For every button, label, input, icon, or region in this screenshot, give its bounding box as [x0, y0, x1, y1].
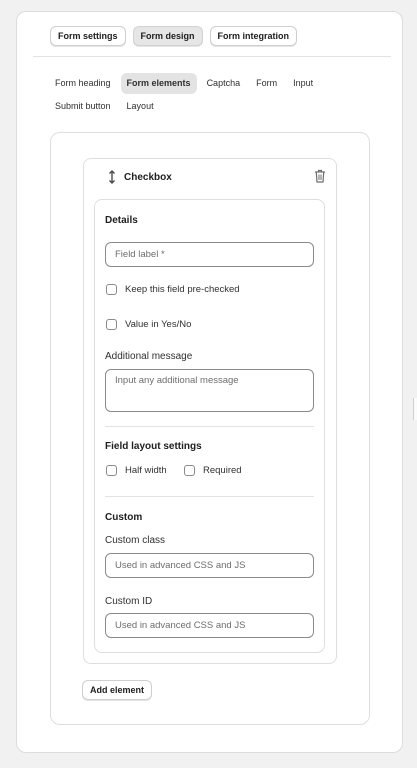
details-heading: Details	[105, 215, 138, 226]
subtab-form[interactable]: Form	[250, 73, 283, 94]
divider	[33, 56, 391, 57]
tab-form-integration[interactable]: Form integration	[209, 26, 298, 46]
required-row[interactable]: Required	[184, 465, 242, 476]
panel-edge-handle[interactable]	[413, 398, 417, 420]
required-label: Required	[203, 465, 242, 476]
tab-form-settings[interactable]: Form settings	[50, 26, 126, 46]
precheck-label: Keep this field pre-checked	[125, 284, 240, 295]
yesno-label: Value in Yes/No	[125, 319, 192, 330]
top-tab-bar: Form settings Form design Form integrati…	[50, 26, 298, 46]
field-label-input[interactable]: Field label *	[105, 242, 314, 267]
subtab-submit-button[interactable]: Submit button	[49, 96, 117, 117]
subtab-input[interactable]: Input	[287, 73, 319, 94]
drag-handle-icon[interactable]	[108, 170, 116, 184]
required-checkbox[interactable]	[184, 465, 195, 476]
subtab-captcha[interactable]: Captcha	[201, 73, 247, 94]
element-card-title: Checkbox	[124, 172, 172, 183]
trash-icon[interactable]	[314, 169, 326, 183]
custom-id-input[interactable]: Used in advanced CSS and JS	[105, 613, 314, 638]
subtab-layout[interactable]: Layout	[121, 96, 160, 117]
section-divider	[105, 426, 314, 427]
tab-form-design[interactable]: Form design	[132, 26, 203, 46]
add-element-button[interactable]: Add element	[82, 680, 153, 700]
additional-message-label: Additional message	[105, 351, 193, 362]
custom-class-input[interactable]: Used in advanced CSS and JS	[105, 553, 314, 578]
section-divider	[105, 496, 314, 497]
yesno-checkbox[interactable]	[106, 319, 117, 330]
subtab-form-elements[interactable]: Form elements	[120, 73, 197, 94]
subtab-form-heading[interactable]: Form heading	[49, 73, 117, 94]
precheck-checkbox[interactable]	[106, 284, 117, 295]
sub-tab-bar: Form heading Form elements Captcha Form …	[49, 73, 349, 117]
additional-message-textarea[interactable]: Input any additional message	[105, 369, 314, 412]
custom-heading: Custom	[105, 512, 143, 523]
precheck-row[interactable]: Keep this field pre-checked	[106, 284, 240, 295]
layout-settings-heading: Field layout settings	[105, 441, 202, 452]
custom-id-label: Custom ID	[105, 596, 153, 607]
half-width-row[interactable]: Half width	[106, 465, 167, 476]
half-width-label: Half width	[125, 465, 167, 476]
half-width-checkbox[interactable]	[106, 465, 117, 476]
custom-class-label: Custom class	[105, 535, 166, 546]
yesno-row[interactable]: Value in Yes/No	[106, 319, 191, 330]
